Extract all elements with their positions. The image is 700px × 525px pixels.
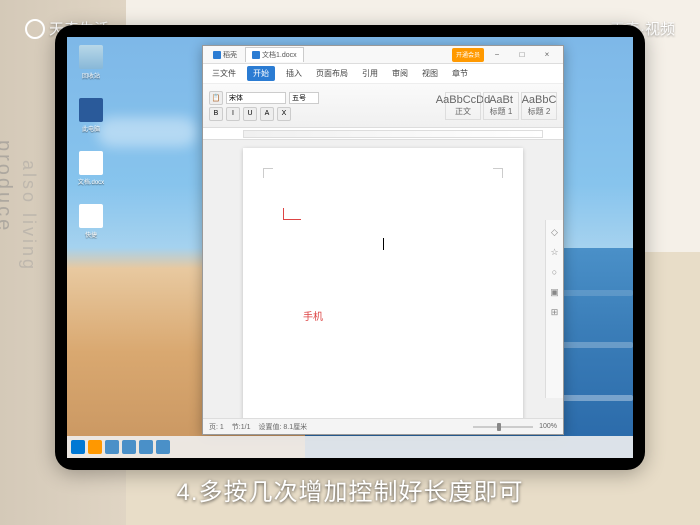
- close-button[interactable]: ×: [535, 48, 559, 62]
- font-size-select[interactable]: 五号: [289, 92, 319, 104]
- ribbon-tabs: 三文件 开始 插入 页面布局 引用 审阅 视图 章节: [203, 64, 563, 84]
- titlebar: 稻壳 文档1.docx 开通会员 − □ ×: [203, 46, 563, 64]
- computer-icon: [79, 98, 103, 122]
- strikethrough-button[interactable]: X: [277, 107, 291, 121]
- desktop-icon-recycle[interactable]: 回收站: [75, 45, 107, 80]
- taskbar: [67, 436, 633, 458]
- document-tabs: 稻壳 文档1.docx: [207, 47, 448, 62]
- desktop-icon-pc[interactable]: 此电脑: [75, 98, 107, 133]
- side-tool-2[interactable]: ☆: [549, 246, 561, 258]
- menu-insert[interactable]: 插入: [283, 66, 305, 81]
- minimize-button[interactable]: −: [485, 48, 509, 62]
- desktop-icon-doc[interactable]: 文档.docx: [75, 151, 107, 186]
- start-button[interactable]: [71, 440, 85, 454]
- desktop-icons: 回收站 此电脑 文档.docx 快捷: [75, 45, 107, 239]
- status-position: 设置值: 8.1厘米: [258, 422, 307, 432]
- font-color-button[interactable]: A: [260, 107, 274, 121]
- document-icon: [79, 151, 103, 175]
- document-page[interactable]: 手机: [243, 148, 523, 418]
- tablet-frame: 回收站 此电脑 文档.docx 快捷 稻壳 文档1.docx 开通会员 − □ …: [55, 25, 645, 470]
- style-normal[interactable]: AaBbCcDd正文: [445, 92, 481, 120]
- underline-button[interactable]: U: [243, 107, 257, 121]
- wps-icon: [213, 51, 221, 59]
- taskbar-app-3[interactable]: [139, 440, 153, 454]
- doc-icon: [252, 51, 260, 59]
- font-name-select[interactable]: 宋体: [226, 92, 286, 104]
- horizontal-ruler[interactable]: [203, 128, 563, 140]
- recycle-bin-icon: [79, 45, 103, 69]
- menu-file[interactable]: 三文件: [209, 66, 239, 81]
- menu-start[interactable]: 开始: [247, 66, 275, 81]
- side-toolbar: ◇ ☆ ○ ▣ ⊞: [545, 220, 563, 398]
- menu-review[interactable]: 审阅: [389, 66, 411, 81]
- taskbar-app-2[interactable]: [122, 440, 136, 454]
- maximize-button[interactable]: □: [510, 48, 534, 62]
- side-tool-5[interactable]: ⊞: [549, 306, 561, 318]
- document-text: 手机: [303, 308, 323, 323]
- menu-view[interactable]: 视图: [419, 66, 441, 81]
- menu-reference[interactable]: 引用: [359, 66, 381, 81]
- document-area: 手机 ◇ ☆ ○ ▣ ⊞: [203, 140, 563, 418]
- shortcut-icon: [79, 204, 103, 228]
- side-tool-3[interactable]: ○: [549, 266, 561, 278]
- bold-button[interactable]: B: [209, 107, 223, 121]
- menu-section[interactable]: 章节: [449, 66, 471, 81]
- status-section: 节:1/1: [232, 422, 251, 432]
- desktop-icon-shortcut[interactable]: 快捷: [75, 204, 107, 239]
- text-cursor: [383, 238, 384, 250]
- taskbar-sogou[interactable]: [88, 440, 102, 454]
- taskbar-app-4[interactable]: [156, 440, 170, 454]
- menu-layout[interactable]: 页面布局: [313, 66, 351, 81]
- status-page: 页: 1: [209, 422, 224, 432]
- margin-corner-tl: [263, 168, 273, 178]
- margin-corner-tr: [493, 168, 503, 178]
- vip-button[interactable]: 开通会员: [452, 48, 484, 62]
- paste-button[interactable]: 📋: [209, 91, 223, 105]
- tab-home[interactable]: 稻壳: [207, 47, 243, 62]
- side-tool-1[interactable]: ◇: [549, 226, 561, 238]
- wps-word-window: 稻壳 文档1.docx 开通会员 − □ × 三文件 开始 插入 页面布局 引用…: [202, 45, 564, 435]
- status-bar: 页: 1 节:1/1 设置值: 8.1厘米 100%: [203, 418, 563, 434]
- wallpaper-cloud: [97, 117, 197, 147]
- desktop-screen: 回收站 此电脑 文档.docx 快捷 稻壳 文档1.docx 开通会员 − □ …: [67, 37, 633, 458]
- style-gallery: AaBbCcDd正文 AaBt标题 1 AaBbC标题 2: [445, 92, 557, 120]
- backdrop-text-1: produce: [0, 140, 15, 233]
- zoom-level[interactable]: 100%: [539, 423, 557, 430]
- style-heading1[interactable]: AaBt标题 1: [483, 92, 519, 120]
- zoom-slider[interactable]: [473, 426, 533, 428]
- style-heading2[interactable]: AaBbC标题 2: [521, 92, 557, 120]
- tab-document[interactable]: 文档1.docx: [245, 47, 304, 62]
- selection-marker: [283, 208, 301, 220]
- taskbar-app-1[interactable]: [105, 440, 119, 454]
- backdrop-text-2: also living: [18, 160, 39, 272]
- ribbon-toolbar: 📋 宋体 五号 B I U A X AaBbCcDd正文 AaBt标题 1: [203, 84, 563, 128]
- video-subtitle: 4.多按几次增加控制好长度即可: [0, 472, 700, 507]
- side-tool-4[interactable]: ▣: [549, 286, 561, 298]
- italic-button[interactable]: I: [226, 107, 240, 121]
